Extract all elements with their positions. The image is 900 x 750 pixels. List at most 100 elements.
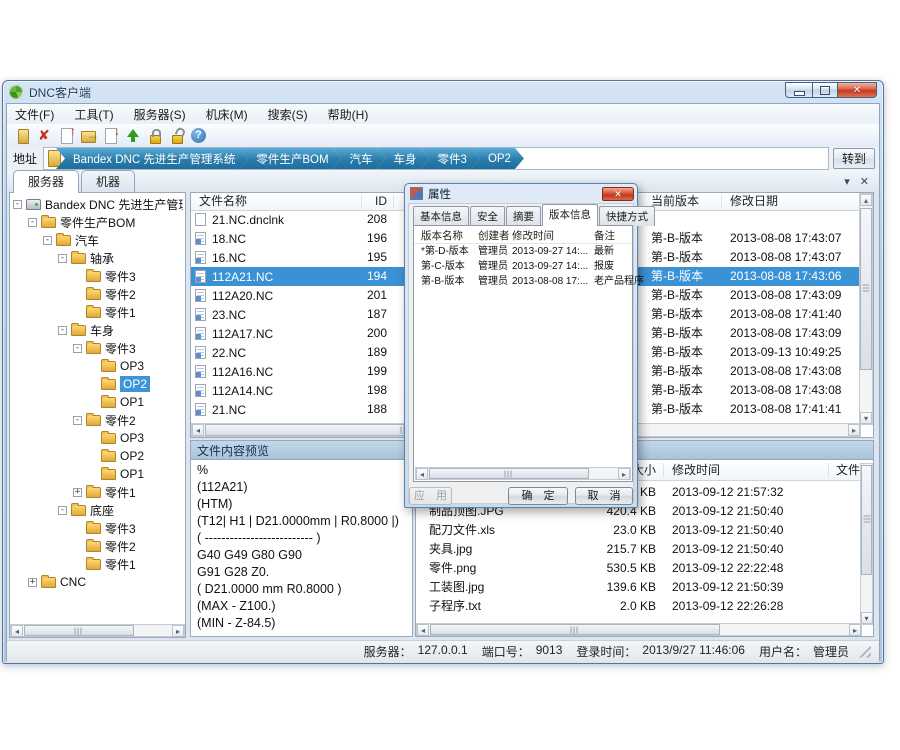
- tree-expander-icon[interactable]: [73, 542, 82, 551]
- pane-dropdown-icon[interactable]: ▾: [844, 175, 850, 188]
- scroll-up-icon[interactable]: ▴: [860, 194, 872, 206]
- tab-machine[interactable]: 机器: [81, 170, 135, 192]
- 配刀文件.xls[interactable]: 配刀文件.xls 23.0 KB 2013-09-12 21:50:40: [416, 521, 860, 540]
- tree-node[interactable]: 零件2: [10, 537, 183, 555]
- address-field[interactable]: Bandex DNC 先进生产管理系统零件生产BOM汽车车身零件3OP2: [43, 147, 829, 170]
- scroll-right-icon[interactable]: ▸: [849, 624, 861, 636]
- column-modified-time[interactable]: 修改时间: [672, 462, 720, 478]
- upload-icon[interactable]: [123, 126, 143, 146]
- dialog-tab-version-info[interactable]: 版本信息: [542, 204, 598, 226]
- scroll-down-icon[interactable]: ▾: [860, 412, 872, 424]
- scroll-left-icon[interactable]: ◂: [192, 424, 204, 436]
- tree-node[interactable]: - 零件3: [10, 339, 183, 357]
- tree-node[interactable]: - 零件2: [10, 411, 183, 429]
- go-button[interactable]: 转到: [833, 148, 875, 169]
- menu-item[interactable]: 机床(M): [206, 106, 248, 123]
- tree-expander-icon[interactable]: -: [73, 344, 82, 353]
- close-button[interactable]: ✕: [837, 82, 877, 98]
- tree-node[interactable]: - Bandex DNC 先进生产管理系统: [10, 195, 183, 213]
- pane-close-icon[interactable]: ✕: [860, 175, 869, 188]
- checkin-file-icon[interactable]: [57, 126, 77, 146]
- unlock-icon[interactable]: [167, 126, 187, 146]
- column-creator[interactable]: 创建者: [478, 228, 510, 243]
- tree-expander-icon[interactable]: [73, 308, 82, 317]
- tree-expander-icon[interactable]: +: [28, 578, 37, 587]
- menu-item[interactable]: 服务器(S): [134, 106, 186, 123]
- tree-node[interactable]: OP3: [10, 429, 183, 447]
- tree-node[interactable]: 零件2: [10, 285, 183, 303]
- dialog-tab-security[interactable]: 安全: [470, 206, 505, 226]
- tree-node[interactable]: 零件1: [10, 303, 183, 321]
- tree-expander-icon[interactable]: +: [73, 488, 82, 497]
- tree-expander-icon[interactable]: [88, 398, 97, 407]
- column-current-version[interactable]: 当前版本: [651, 194, 699, 209]
- tree-node[interactable]: OP2: [10, 447, 183, 465]
- tab-server[interactable]: 服务器: [13, 170, 79, 193]
- tree-expander-icon[interactable]: [88, 434, 97, 443]
- 子程序.txt[interactable]: 子程序.txt 2.0 KB 2013-09-12 22:26:28: [416, 597, 860, 616]
- column-id[interactable]: ID: [331, 194, 387, 209]
- tree-node[interactable]: - 汽车: [10, 231, 183, 249]
- scroll-left-icon[interactable]: ◂: [417, 624, 429, 636]
- ok-button[interactable]: 确 定: [508, 487, 568, 505]
- apply-button[interactable]: 应 用: [409, 487, 452, 505]
- tree-node[interactable]: 零件1: [10, 555, 183, 573]
- 第-C-版本[interactable]: 第-C-版本 管理员 2013-09-27 14:... 报废: [414, 259, 632, 274]
- lock-icon[interactable]: [145, 126, 165, 146]
- tree-node[interactable]: - 底座: [10, 501, 183, 519]
- tree-node[interactable]: OP3: [10, 357, 183, 375]
- scroll-right-icon[interactable]: ▸: [618, 468, 630, 480]
- tree-expander-icon[interactable]: [88, 380, 97, 389]
- tree-expander-icon[interactable]: -: [58, 254, 67, 263]
- tree-node[interactable]: - 零件生产BOM: [10, 213, 183, 231]
- attachments-vertical-scrollbar[interactable]: ▾: [860, 463, 873, 625]
- attachments-horizontal-scrollbar[interactable]: ◂ ▸: [416, 623, 862, 636]
- checkout-file-icon[interactable]: [101, 126, 121, 146]
- tree-expander-icon[interactable]: [73, 290, 82, 299]
- dialog-horizontal-scrollbar[interactable]: ◂ ▸: [415, 467, 631, 480]
- title-bar[interactable]: DNC客户端 ✕: [3, 81, 883, 103]
- tree-expander-icon[interactable]: [88, 452, 97, 461]
- tree-expander-icon[interactable]: -: [58, 506, 67, 515]
- tree-node[interactable]: OP2: [10, 375, 183, 393]
- tree-expander-icon[interactable]: -: [13, 200, 22, 209]
- column-file-name[interactable]: 文件名称: [199, 194, 247, 209]
- maximize-button[interactable]: [812, 82, 837, 98]
- tree-node[interactable]: 零件3: [10, 519, 183, 537]
- tree-expander-icon[interactable]: -: [58, 326, 67, 335]
- scroll-left-icon[interactable]: ◂: [416, 468, 428, 480]
- tree-node[interactable]: + 零件1: [10, 483, 183, 501]
- menu-item[interactable]: 文件(F): [15, 106, 54, 123]
- menu-item[interactable]: 搜索(S): [268, 106, 308, 123]
- column-note[interactable]: 备注: [594, 228, 615, 243]
- dialog-tab-summary[interactable]: 摘要: [506, 206, 541, 226]
- dialog-close-button[interactable]: ✕: [602, 187, 634, 201]
- dialog-tab-basic-info[interactable]: 基本信息: [413, 206, 469, 226]
- tree-expander-icon[interactable]: [88, 362, 97, 371]
- minimize-button[interactable]: [785, 82, 812, 98]
- tree-expander-icon[interactable]: [73, 524, 82, 533]
- menu-item[interactable]: 帮助(H): [328, 106, 369, 123]
- dialog-title-bar[interactable]: 属性 ✕: [405, 184, 637, 203]
- 第-B-版本[interactable]: 第-B-版本 管理员 2013-08-08 17:... 老产品程序: [414, 274, 632, 289]
- tree-expander-icon[interactable]: -: [43, 236, 52, 245]
- tree-expander-icon[interactable]: -: [28, 218, 37, 227]
- *第-D-版本[interactable]: *第-D-版本 管理员 2013-09-27 14:... 最新: [414, 244, 632, 259]
- breadcrumb-segment[interactable]: 零件生产BOM: [239, 148, 341, 169]
- tree-horizontal-scrollbar[interactable]: ◂ ▸: [10, 624, 185, 637]
- scroll-down-icon[interactable]: ▾: [861, 612, 873, 624]
- column-modified-date[interactable]: 修改日期: [730, 194, 778, 209]
- 夹具.jpg[interactable]: 夹具.jpg 215.7 KB 2013-09-12 21:50:40: [416, 540, 860, 559]
- menu-item[interactable]: 工具(T): [74, 106, 113, 123]
- new-folder-icon[interactable]: [13, 126, 33, 146]
- 工装图.jpg[interactable]: 工装图.jpg 139.6 KB 2013-09-12 21:50:39: [416, 578, 860, 597]
- tree-node[interactable]: 零件3: [10, 267, 183, 285]
- column-modified-time[interactable]: 修改时间: [512, 228, 554, 243]
- resize-grip-icon[interactable]: [859, 646, 871, 658]
- tree-node[interactable]: OP1: [10, 393, 183, 411]
- tree-expander-icon[interactable]: -: [73, 416, 82, 425]
- send-folder-icon[interactable]: [79, 126, 99, 146]
- 零件.png[interactable]: 零件.png 530.5 KB 2013-09-12 22:22:48: [416, 559, 860, 578]
- column-version-name[interactable]: 版本名称: [421, 228, 463, 243]
- scroll-right-icon[interactable]: ▸: [172, 625, 184, 637]
